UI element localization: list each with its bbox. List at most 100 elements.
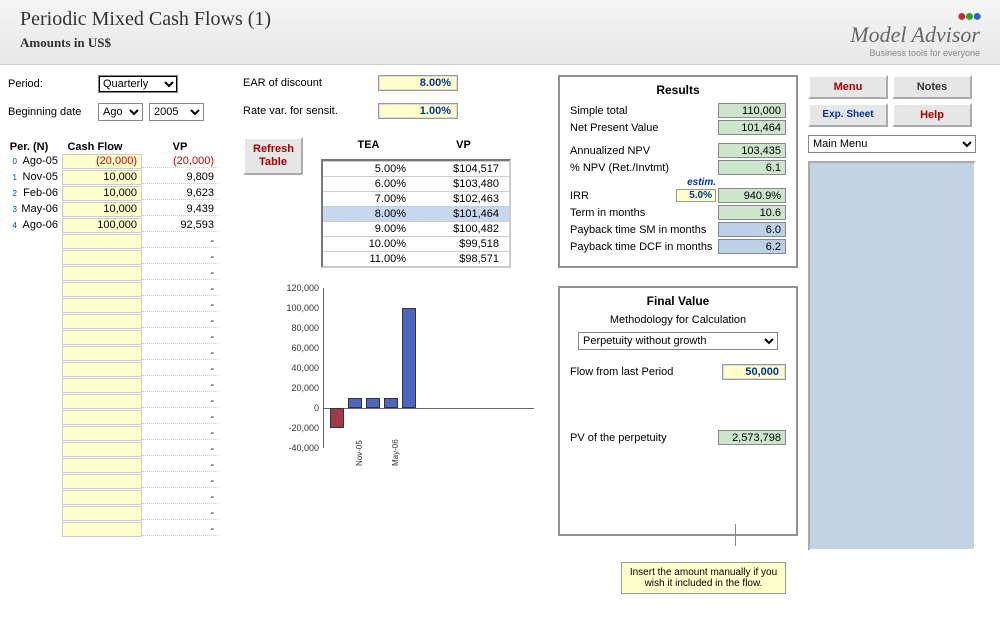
period-select[interactable]: Quarterly bbox=[98, 75, 178, 93]
row-vp: - bbox=[142, 459, 218, 472]
chart-bar bbox=[384, 398, 398, 408]
menu-button[interactable]: Menu bbox=[808, 75, 888, 99]
cashflow-input[interactable]: 10,000 bbox=[62, 186, 142, 201]
chart-bar bbox=[366, 398, 380, 408]
row-index: 2 bbox=[8, 189, 20, 198]
row-vp: - bbox=[142, 411, 218, 424]
export-sheet-button[interactable]: Exp. Sheet bbox=[808, 103, 888, 127]
notes-button[interactable]: Notes bbox=[892, 75, 972, 99]
cashflow-input[interactable] bbox=[62, 506, 142, 521]
cashflow-input[interactable] bbox=[62, 250, 142, 265]
table-row: - bbox=[8, 377, 233, 393]
cashflow-input[interactable] bbox=[62, 378, 142, 393]
chart-x-tick: Nov-05 bbox=[355, 440, 364, 466]
sensitivity-row: 10.00%$99,518 bbox=[323, 236, 509, 251]
cashflow-input[interactable] bbox=[62, 442, 142, 457]
result-value: 10.6 bbox=[718, 205, 786, 220]
chart-x-tick: May-06 bbox=[391, 439, 400, 466]
cashflow-input[interactable] bbox=[62, 474, 142, 489]
period-label: Period: bbox=[8, 78, 98, 90]
side-panel-area bbox=[808, 161, 976, 551]
cashflow-input[interactable]: 10,000 bbox=[62, 202, 142, 217]
cashflow-input[interactable]: 100,000 bbox=[62, 218, 142, 233]
result-value: 6.2 bbox=[718, 239, 786, 254]
final-subtitle: Methodology for Calculation bbox=[570, 314, 786, 326]
cashflow-input[interactable] bbox=[62, 314, 142, 329]
help-button[interactable]: Help bbox=[892, 103, 972, 127]
logo-tagline: Business tools for everyone bbox=[850, 48, 980, 58]
row-vp: - bbox=[142, 443, 218, 456]
row-period: Feb-06 bbox=[20, 187, 62, 199]
irr-value: 940.9% bbox=[718, 188, 786, 203]
sens-col-tea: TEA bbox=[321, 139, 416, 151]
row-vp: - bbox=[142, 283, 218, 296]
table-row: 0Ago-05(20,000)(20,000) bbox=[8, 153, 233, 169]
final-title: Final Value bbox=[570, 294, 786, 308]
sensit-input[interactable]: 1.00% bbox=[378, 103, 458, 119]
table-row: - bbox=[8, 249, 233, 265]
result-row: Annualized NPV103,435 bbox=[570, 143, 786, 158]
header-left: Periodic Mixed Cash Flows (1) Amounts in… bbox=[20, 8, 271, 51]
chart-y-tick: 20,000 bbox=[291, 383, 319, 393]
cashflow-input[interactable] bbox=[62, 490, 142, 505]
begin-month-select[interactable]: Ago bbox=[98, 103, 143, 121]
table-row: - bbox=[8, 409, 233, 425]
table-row: - bbox=[8, 393, 233, 409]
sensitivity-row: 9.00%$100,482 bbox=[323, 221, 509, 236]
methodology-select[interactable]: Perpetuity without growth bbox=[578, 332, 778, 350]
cashflow-input[interactable] bbox=[62, 282, 142, 297]
table-row: - bbox=[8, 345, 233, 361]
ear-input[interactable]: 8.00% bbox=[378, 75, 458, 91]
results-panel: Results Simple total110,000Net Present V… bbox=[558, 75, 798, 268]
result-value: 6.0 bbox=[718, 222, 786, 237]
page-title: Periodic Mixed Cash Flows (1) bbox=[20, 8, 271, 31]
chart-bar bbox=[348, 398, 362, 408]
cashflow-input[interactable]: 10,000 bbox=[62, 170, 142, 185]
result-value: 101,464 bbox=[718, 120, 786, 135]
sens-col-vp: VP bbox=[416, 139, 511, 151]
cashflow-input[interactable] bbox=[62, 426, 142, 441]
col-period: Per. (N) bbox=[8, 141, 50, 153]
row-vp: 9,439 bbox=[142, 203, 218, 216]
row-vp: - bbox=[142, 491, 218, 504]
tooltip-connector bbox=[735, 524, 736, 546]
result-value: 6.1 bbox=[718, 160, 786, 175]
cashflow-input[interactable] bbox=[62, 522, 142, 537]
cashflow-input[interactable] bbox=[62, 298, 142, 313]
flow-last-input[interactable]: 50,000 bbox=[722, 364, 786, 380]
row-period: Nov-05 bbox=[20, 171, 62, 183]
table-row: - bbox=[8, 329, 233, 345]
row-index: 1 bbox=[8, 173, 20, 182]
row-vp: - bbox=[142, 251, 218, 264]
row-vp: - bbox=[142, 235, 218, 248]
result-row: % NPV (Ret./Invtmt)6.1 bbox=[570, 160, 786, 175]
table-row: 2Feb-0610,0009,623 bbox=[8, 185, 233, 201]
table-row: 4Ago-06100,00092,593 bbox=[8, 217, 233, 233]
cashflow-input[interactable]: (20,000) bbox=[62, 154, 142, 169]
cashflow-input[interactable] bbox=[62, 234, 142, 249]
cashflow-input[interactable] bbox=[62, 394, 142, 409]
cashflow-input[interactable] bbox=[62, 330, 142, 345]
irr-estimate-input[interactable]: 5.0% bbox=[676, 189, 716, 202]
ear-label: EAR of discount bbox=[243, 77, 378, 89]
cashflow-input[interactable] bbox=[62, 346, 142, 361]
cashflow-input[interactable] bbox=[62, 410, 142, 425]
table-row: - bbox=[8, 457, 233, 473]
pv-perp-value: 2,573,798 bbox=[718, 430, 786, 445]
chart-y-tick: 60,000 bbox=[291, 343, 319, 353]
main-menu-select[interactable]: Main Menu bbox=[808, 135, 976, 153]
row-vp: - bbox=[142, 331, 218, 344]
begin-year-select[interactable]: 2005 bbox=[149, 103, 204, 121]
estim-label: estim. bbox=[570, 177, 716, 188]
refresh-table-button[interactable]: Refresh Table bbox=[243, 137, 303, 175]
row-vp: - bbox=[142, 475, 218, 488]
cashflow-input[interactable] bbox=[62, 362, 142, 377]
sensit-label: Rate var. for sensit. bbox=[243, 105, 378, 117]
chart-y-tick: 80,000 bbox=[291, 323, 319, 333]
sensitivity-row: 7.00%$102,463 bbox=[323, 191, 509, 206]
cashflow-input[interactable] bbox=[62, 266, 142, 281]
row-period: May-06 bbox=[20, 203, 62, 215]
beginning-date-label: Beginning date bbox=[8, 106, 98, 118]
cashflow-input[interactable] bbox=[62, 458, 142, 473]
sensitivity-table: 5.00%$104,5176.00%$103,4807.00%$102,4638… bbox=[321, 159, 511, 268]
